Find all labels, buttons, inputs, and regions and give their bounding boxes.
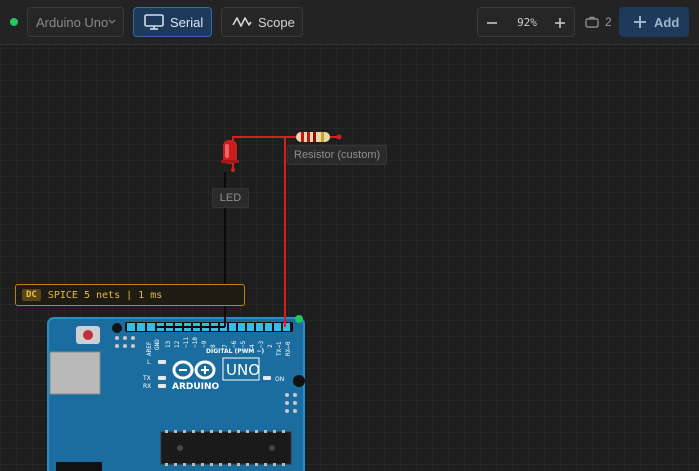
led-label: LED	[212, 188, 249, 208]
led-rx-label: RX	[143, 383, 151, 390]
serial-button-label: Serial	[170, 14, 204, 30]
digital-pin-label: 12	[174, 340, 181, 348]
add-button-label: Add	[654, 14, 680, 30]
connection-status-dot	[10, 18, 18, 26]
digital-pin-label: ~6	[231, 340, 238, 348]
parts-count: 2	[585, 15, 612, 29]
digital-header-label: DIGITAL (PWM ~)	[206, 348, 264, 355]
resistor-label: Resistor (custom)	[287, 145, 388, 165]
led-tx-label: TX	[142, 375, 151, 382]
led-component[interactable]	[221, 140, 239, 164]
pin-gnd-label: GND	[154, 339, 161, 350]
digital-pin-label: TX→1	[276, 341, 283, 356]
parts-count-value: 2	[605, 15, 612, 29]
dc-badge: DC	[22, 289, 41, 301]
zoom-out-icon[interactable]	[486, 17, 498, 29]
scope-button[interactable]: Scope	[221, 7, 303, 37]
digital-pin-label: ~3	[258, 340, 265, 348]
briefcase-icon	[585, 16, 599, 28]
wire-red[interactable]	[232, 136, 339, 327]
digital-pin-label: 2	[267, 344, 274, 348]
resistor-component[interactable]	[296, 132, 330, 142]
pin-aref-label: AREF	[146, 341, 153, 356]
zoom-level: 92%	[517, 16, 537, 29]
arduino-uno-board[interactable]	[47, 315, 305, 471]
digital-pin-label: ~11	[183, 337, 190, 348]
board-model-label: UNO	[226, 361, 260, 379]
digital-pin-label: ~10	[192, 337, 199, 348]
monitor-icon	[144, 14, 164, 30]
board-select[interactable]: Arduino Uno	[27, 7, 124, 37]
digital-pin-label: 13	[165, 340, 172, 348]
digital-pin-label: ~9	[201, 340, 208, 348]
circuit-canvas[interactable]: AREF GND 13 12 ~11 ~10 ~9 8 7 ~6 ~5 4 ~3…	[0, 0, 699, 471]
digital-pin-label: ~5	[240, 340, 247, 348]
power-indicator	[295, 315, 303, 323]
chevron-down-icon	[108, 19, 116, 24]
zoom-in-icon[interactable]	[554, 17, 566, 29]
digital-pin-label: RX←0	[285, 341, 292, 356]
usb-connector	[49, 351, 101, 395]
plus-icon	[634, 16, 646, 28]
zoom-control: 92%	[477, 7, 575, 37]
spice-status: DC SPICE 5 nets | 1 ms	[15, 284, 245, 306]
add-button[interactable]: Add	[619, 7, 689, 37]
on-indicator-label: ON	[275, 376, 284, 383]
schematic-svg: AREF GND 13 12 ~11 ~10 ~9 8 7 ~6 ~5 4 ~3…	[47, 132, 342, 471]
spice-status-text: SPICE 5 nets | 1 ms	[47, 289, 163, 301]
serial-button[interactable]: Serial	[133, 7, 212, 37]
waveform-icon	[232, 17, 252, 27]
scope-button-label: Scope	[258, 14, 295, 30]
top-toolbar: Arduino Uno Serial Scope 92% 2 Add	[0, 0, 699, 45]
board-select-value: Arduino Uno	[36, 14, 109, 30]
arduino-wordmark: ARDUINO	[172, 382, 220, 392]
